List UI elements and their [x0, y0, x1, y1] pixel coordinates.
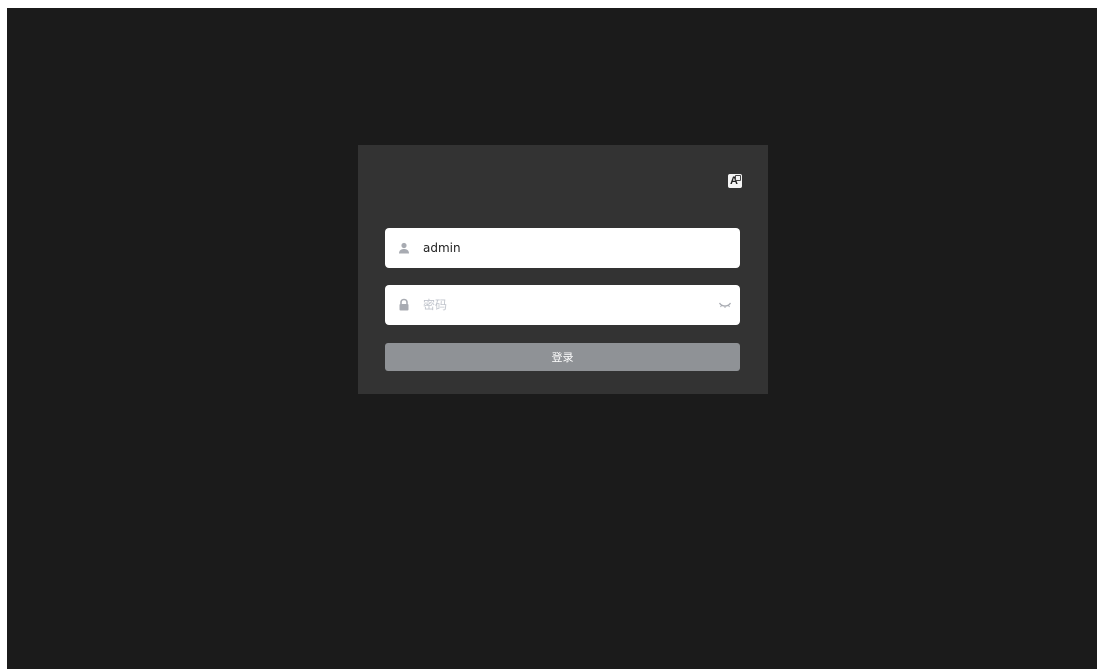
login-screen: A 登录	[7, 8, 1097, 669]
username-field[interactable]	[385, 228, 740, 268]
user-icon	[399, 242, 409, 254]
login-card: A 登录	[358, 145, 768, 394]
lock-icon	[399, 298, 409, 311]
username-input[interactable]	[423, 228, 713, 268]
password-field[interactable]	[385, 285, 740, 325]
eye-closed-icon[interactable]	[718, 299, 732, 311]
password-input[interactable]	[423, 285, 713, 325]
login-button[interactable]: 登录	[385, 343, 740, 371]
language-switch-button[interactable]: A	[728, 174, 742, 188]
